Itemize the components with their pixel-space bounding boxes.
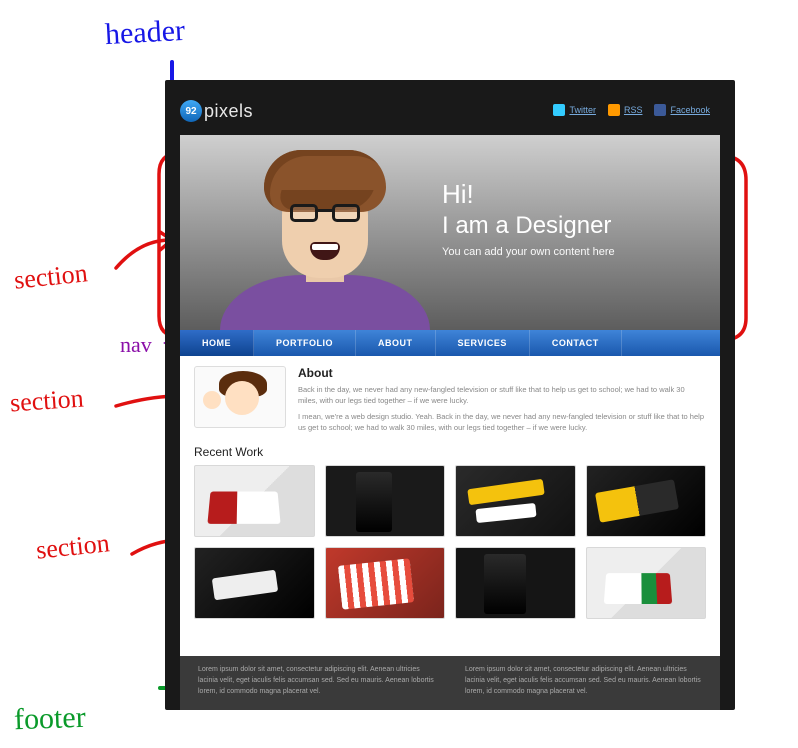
- social-rss[interactable]: RSS: [608, 104, 643, 116]
- site-footer: Lorem ipsum dolor sit amet, consectetur …: [180, 656, 720, 710]
- facebook-icon: [654, 104, 666, 116]
- social-links: Twitter RSS Facebook: [553, 104, 710, 116]
- social-facebook[interactable]: Facebook: [654, 104, 710, 116]
- work-thumb-3[interactable]: [455, 465, 576, 537]
- work-thumb-5[interactable]: [194, 547, 315, 619]
- annotation-section-about: section: [9, 383, 85, 418]
- annotation-section-hero: section: [13, 258, 89, 296]
- about-section: About Back in the day, we never had any …: [180, 356, 720, 443]
- hero-subtext: You can add your own content here: [442, 246, 692, 258]
- recent-work-grid: [180, 465, 720, 633]
- social-label: RSS: [624, 105, 643, 115]
- hero-heading-2: I am a Designer: [442, 212, 692, 240]
- hero-person-illustration: [220, 135, 430, 330]
- about-heading: About: [298, 366, 706, 380]
- nav-portfolio[interactable]: PORTFOLIO: [254, 330, 356, 356]
- rss-icon: [608, 104, 620, 116]
- about-paragraph-1: Back in the day, we never had any new-fa…: [298, 384, 706, 407]
- about-paragraph-2: I mean, we're a web design studio. Yeah.…: [298, 411, 706, 434]
- logo-badge: 92: [180, 100, 202, 122]
- work-thumb-7[interactable]: [455, 547, 576, 619]
- main-nav: HOME PORTFOLIO ABOUT SERVICES CONTACT: [180, 330, 720, 356]
- hero-heading-1: Hi!: [442, 179, 692, 210]
- nav-contact[interactable]: CONTACT: [530, 330, 622, 356]
- twitter-icon: [553, 104, 565, 116]
- work-thumb-6[interactable]: [325, 547, 446, 619]
- site-header: 92 pixels Twitter RSS Facebook: [180, 100, 720, 130]
- footer-col-1: Lorem ipsum dolor sit amet, consectetur …: [198, 664, 435, 702]
- social-label: Facebook: [670, 105, 710, 115]
- work-thumb-8[interactable]: [586, 547, 707, 619]
- annotation-nav: nav: [120, 332, 152, 358]
- social-twitter[interactable]: Twitter: [553, 104, 596, 116]
- social-label: Twitter: [569, 105, 596, 115]
- annotation-footer: footer: [13, 701, 86, 737]
- annotation-header: header: [104, 14, 186, 52]
- about-avatar: [194, 366, 286, 428]
- footer-col-2: Lorem ipsum dolor sit amet, consectetur …: [465, 664, 702, 702]
- logo-text: pixels: [204, 101, 253, 122]
- work-thumb-4[interactable]: [586, 465, 707, 537]
- annotation-section-recent: section: [35, 528, 111, 566]
- hero-section: Hi! I am a Designer You can add your own…: [180, 135, 720, 330]
- recent-work-heading: Recent Work: [194, 445, 706, 459]
- nav-home[interactable]: HOME: [180, 330, 254, 356]
- work-thumb-2[interactable]: [325, 465, 446, 537]
- nav-about[interactable]: ABOUT: [356, 330, 436, 356]
- nav-services[interactable]: SERVICES: [436, 330, 530, 356]
- content-area: About Back in the day, we never had any …: [180, 356, 720, 656]
- work-thumb-1[interactable]: [194, 465, 315, 537]
- hero-text: Hi! I am a Designer You can add your own…: [442, 179, 692, 258]
